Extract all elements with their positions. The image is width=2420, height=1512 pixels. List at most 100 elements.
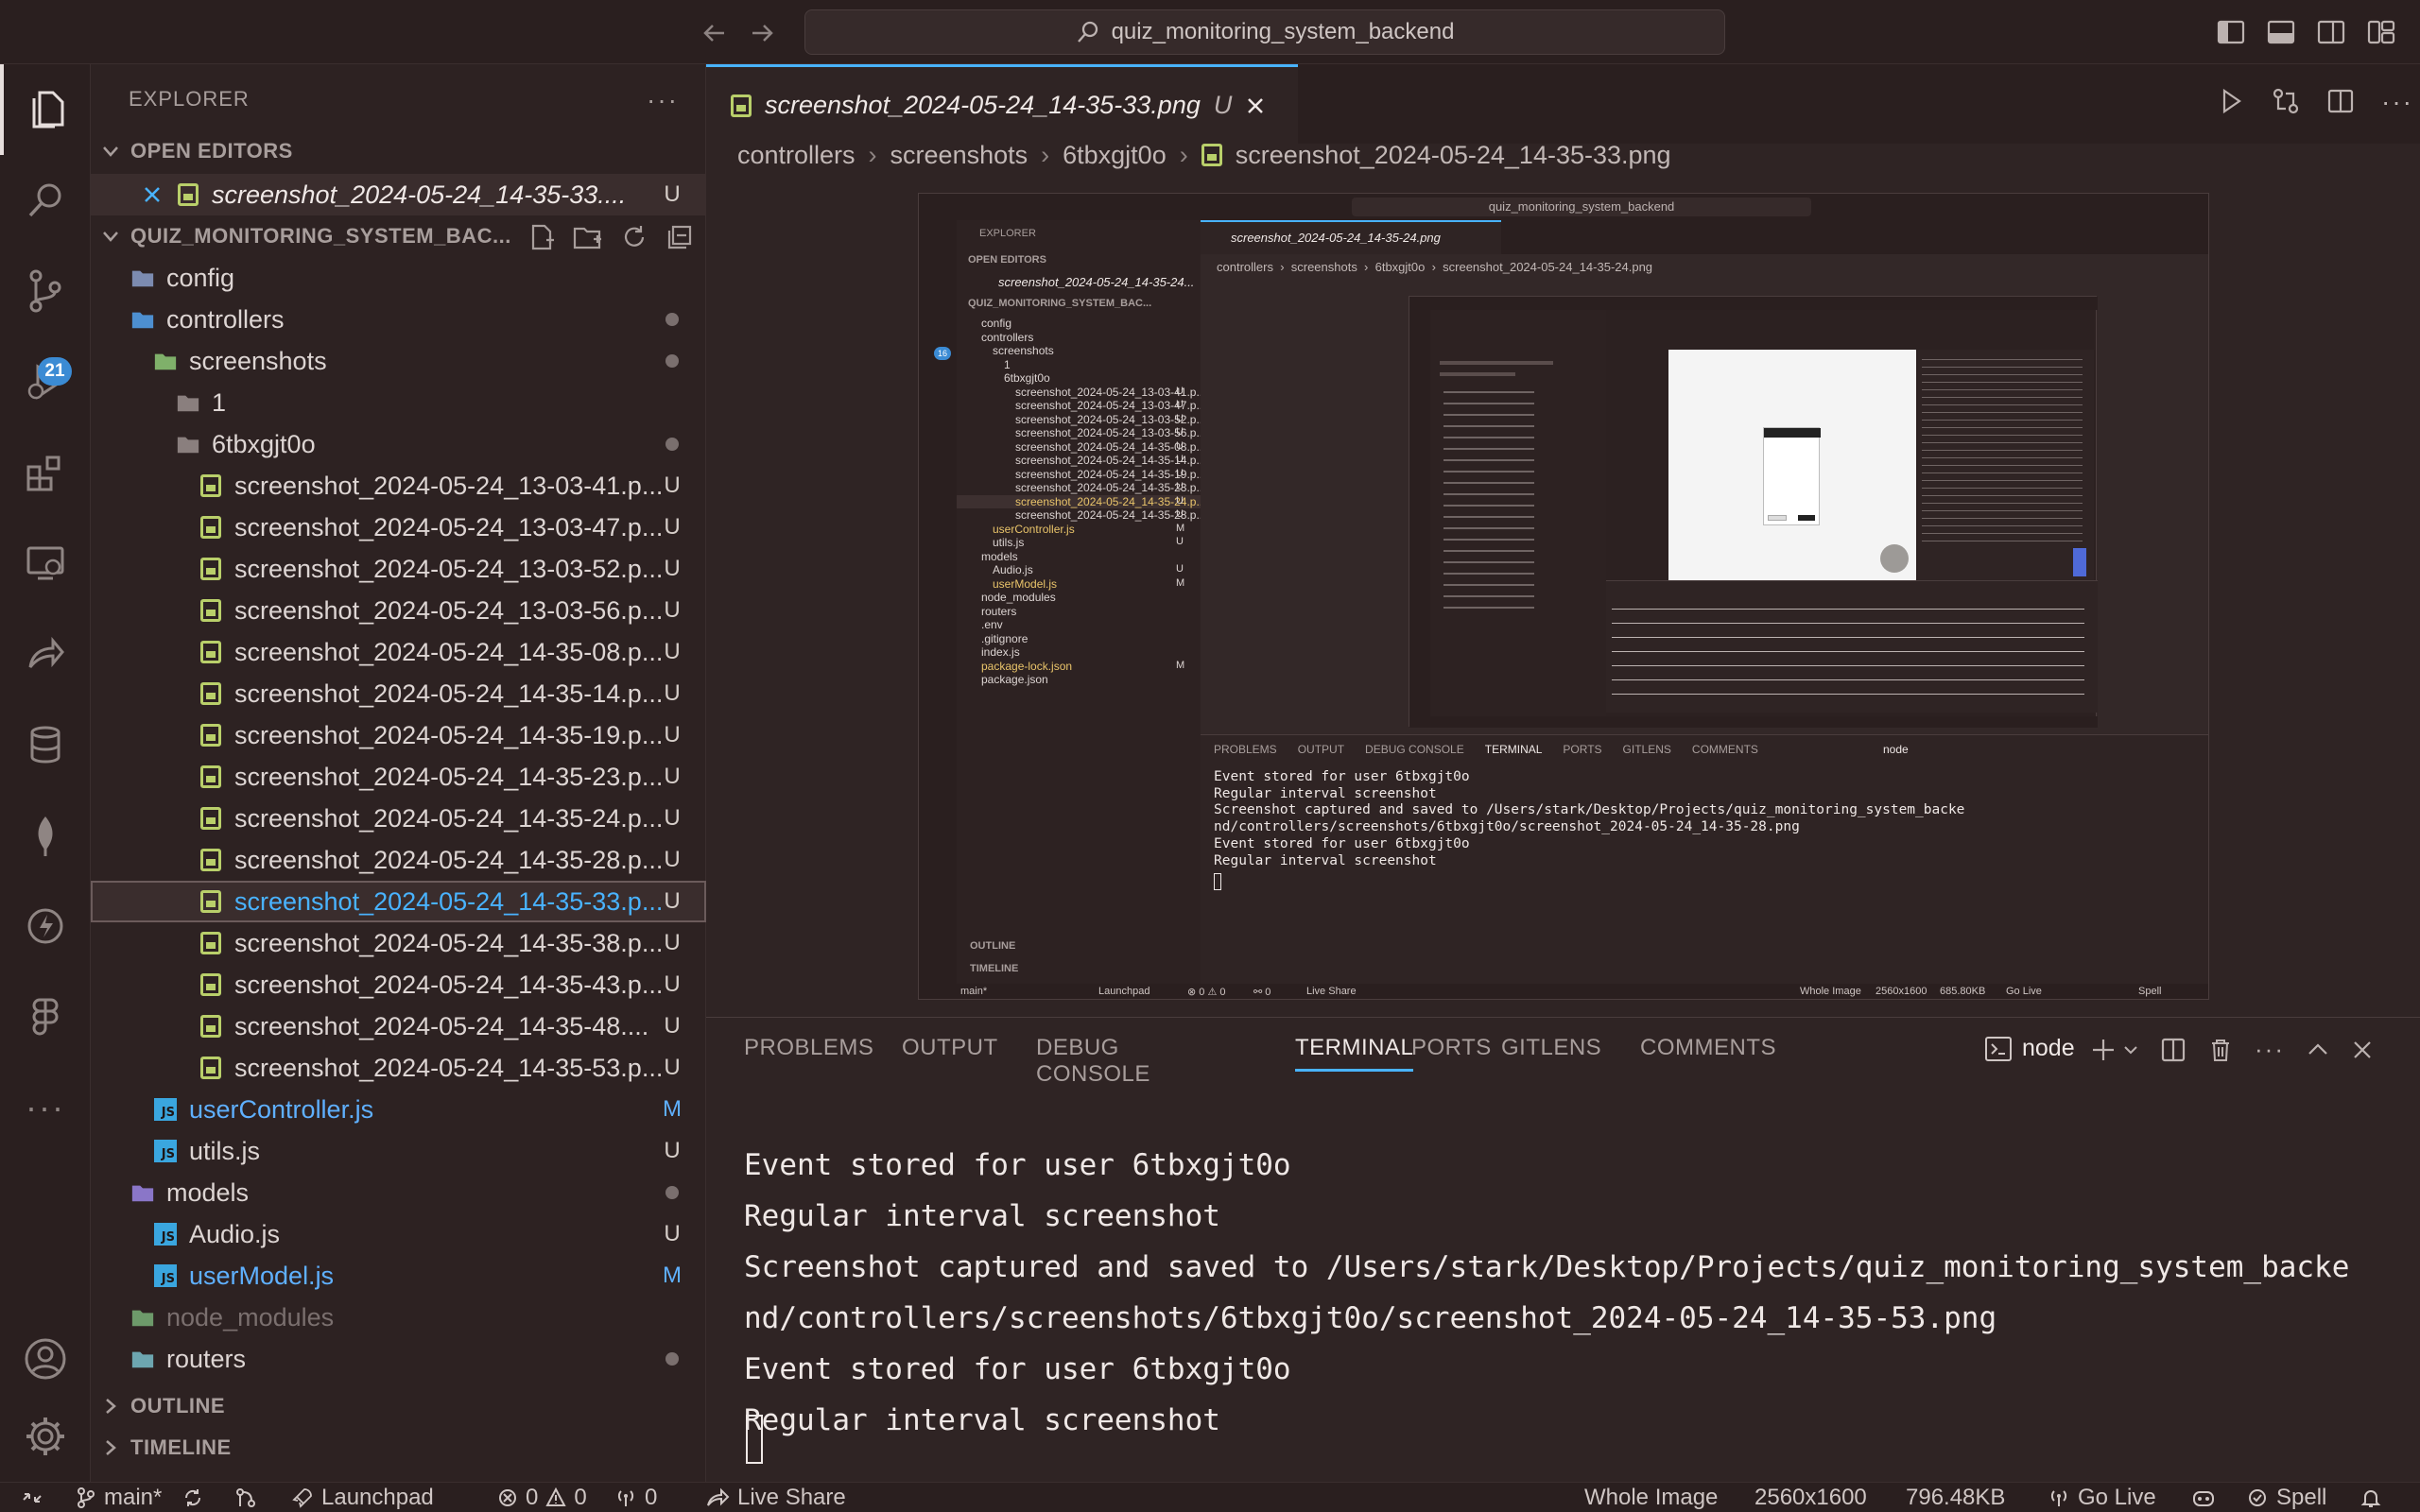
- nested-tree-item: userModel.js M: [957, 577, 1201, 592]
- nested-tree-label: routers: [981, 604, 1017, 618]
- new-folder-icon[interactable]: [573, 223, 603, 251]
- live-share-icon[interactable]: [0, 609, 91, 699]
- problems-indicator[interactable]: 0 0: [497, 1484, 587, 1512]
- figma-icon[interactable]: [0, 971, 91, 1062]
- collapse-all-icon[interactable]: [666, 223, 694, 251]
- tree-file[interactable]: JS userController.js M: [91, 1089, 706, 1130]
- tree-file[interactable]: screenshot_2024-05-24_14-35-23.p... U: [91, 756, 706, 798]
- nested-scm-badge: 16: [934, 347, 951, 360]
- nested-tree-item: .env: [957, 618, 1201, 632]
- database-icon[interactable]: [0, 699, 91, 790]
- tree-file[interactable]: screenshot_2024-05-24_14-35-38.p... U: [91, 922, 706, 964]
- extensions-icon[interactable]: [0, 427, 91, 518]
- tree-file[interactable]: screenshot_2024-05-24_14-35-33.p... U: [91, 881, 706, 922]
- tree-file[interactable]: JS utils.js U: [91, 1130, 706, 1172]
- git-graph-icon[interactable]: [234, 1484, 257, 1512]
- tree-folder[interactable]: 1: [91, 382, 706, 423]
- more-views-icon[interactable]: ···: [0, 1062, 91, 1153]
- tree-folder[interactable]: routers: [91, 1338, 706, 1380]
- command-center-search[interactable]: quiz_monitoring_system_backend: [804, 9, 1725, 55]
- thunder-client-icon[interactable]: [0, 881, 91, 971]
- close-icon[interactable]: [140, 182, 164, 207]
- nested-golive: Go Live: [2006, 986, 2042, 997]
- nested-panel-tabs: PROBLEMS OUTPUT DEBUG CONSOLE TERMINAL PORTS…: [1214, 743, 1758, 756]
- nested-tree-item: controllers: [957, 331, 1201, 345]
- outline-label: OUTLINE: [130, 1394, 226, 1418]
- tree-file[interactable]: JS Audio.js U: [91, 1213, 706, 1255]
- outline-header[interactable]: OUTLINE: [100, 1387, 225, 1425]
- back-arrow-icon[interactable]: [700, 19, 730, 47]
- remote-indicator-icon[interactable]: [21, 1484, 43, 1512]
- toggle-panel-icon[interactable]: [2267, 19, 2295, 45]
- nested-tree-item: screenshot_2024-05-24_14-35-23.p... U: [957, 481, 1201, 495]
- customize-layout-icon[interactable]: [2367, 19, 2395, 45]
- tree-folder[interactable]: models: [91, 1172, 706, 1213]
- tree-folder[interactable]: config: [91, 257, 706, 299]
- breadcrumb: controllers › screenshots › 6tbxgjt0o › …: [737, 134, 1671, 176]
- copilot-icon[interactable]: [2191, 1484, 2216, 1512]
- breadcrumb-item[interactable]: controllers: [737, 141, 856, 170]
- modified-dot: [666, 1186, 679, 1199]
- timeline-header[interactable]: TIMELINE: [100, 1429, 232, 1467]
- tree-file[interactable]: screenshot_2024-05-24_13-03-56.p... U: [91, 590, 706, 631]
- tree-file[interactable]: screenshot_2024-05-24_14-35-43.p... U: [91, 964, 706, 1005]
- tree-file[interactable]: screenshot_2024-05-24_14-35-24.p... U: [91, 798, 706, 839]
- image-preview: quiz_monitoring_system_backend 16 EXPLOR…: [918, 193, 2209, 1000]
- spell-check-button[interactable]: Spell: [2246, 1484, 2326, 1512]
- tree-file[interactable]: screenshot_2024-05-24_14-35-48.... U: [91, 1005, 706, 1047]
- toggle-primary-sidebar-icon[interactable]: [2217, 19, 2245, 45]
- tree-file[interactable]: screenshot_2024-05-24_14-35-19.p... U: [91, 714, 706, 756]
- tree-file[interactable]: screenshot_2024-05-24_14-35-28.p... U: [91, 839, 706, 881]
- tree-file[interactable]: screenshot_2024-05-24_14-35-53.p... U: [91, 1047, 706, 1089]
- whole-image-button[interactable]: Whole Image: [1584, 1484, 1718, 1512]
- ports-indicator[interactable]: 0: [614, 1484, 657, 1512]
- live-share-button[interactable]: Live Share: [705, 1484, 846, 1512]
- sync-icon[interactable]: [182, 1484, 204, 1512]
- open-editor-item[interactable]: screenshot_2024-05-24_14-35-33.... U: [91, 174, 706, 215]
- refresh-icon[interactable]: [620, 223, 648, 251]
- source-control-icon[interactable]: [0, 246, 91, 336]
- explorer-icon[interactable]: [0, 64, 91, 155]
- terminal-line: Screenshot captured and saved to /Users/…: [744, 1250, 2350, 1284]
- toggle-secondary-sidebar-icon[interactable]: [2317, 19, 2345, 45]
- tree-file[interactable]: screenshot_2024-05-24_13-03-41.p... U: [91, 465, 706, 507]
- forward-arrow-icon[interactable]: [747, 19, 777, 47]
- run-icon[interactable]: [2217, 87, 2245, 117]
- tree-file[interactable]: screenshot_2024-05-24_13-03-52.p... U: [91, 548, 706, 590]
- open-editors-header[interactable]: OPEN EDITORS: [100, 132, 293, 170]
- more-actions-icon[interactable]: ···: [2381, 87, 2413, 117]
- editor-tab[interactable]: screenshot_2024-05-24_14-35-33.png U: [706, 64, 1298, 144]
- terminal-output[interactable]: Event stored for user 6tbxgjt0o Regular i…: [706, 1018, 2420, 1483]
- new-file-icon[interactable]: [527, 223, 556, 251]
- launchpad-item[interactable]: Launchpad: [291, 1484, 434, 1512]
- search-view-icon[interactable]: [0, 155, 91, 246]
- tree-file[interactable]: screenshot_2024-05-24_14-35-08.p... U: [91, 631, 706, 673]
- notifications-bell-icon[interactable]: [2360, 1484, 2382, 1512]
- tree-file[interactable]: JS userModel.js M: [91, 1255, 706, 1297]
- tree-folder[interactable]: controllers: [91, 299, 706, 340]
- nested-tree-label: screenshot_2024-05-24_13-03-41.p...: [1015, 385, 1201, 399]
- breadcrumb-item[interactable]: screenshots: [890, 141, 1028, 170]
- more-actions-icon[interactable]: ···: [647, 85, 679, 115]
- chevron-down-icon: [100, 141, 121, 162]
- branch-indicator[interactable]: main*: [76, 1484, 162, 1512]
- nested-whole-image: Whole Image: [1800, 986, 1861, 997]
- settings-gear-icon[interactable]: [0, 1391, 91, 1482]
- tree-file[interactable]: screenshot_2024-05-24_14-35-14.p... U: [91, 673, 706, 714]
- nested-tab: screenshot_2024-05-24_14-35-24.png: [1201, 220, 1501, 254]
- go-live-button[interactable]: Go Live: [2048, 1484, 2156, 1512]
- split-editor-icon[interactable]: [2326, 87, 2355, 117]
- breadcrumb-item[interactable]: screenshot_2024-05-24_14-35-33.png: [1236, 141, 1671, 170]
- remote-explorer-icon[interactable]: [0, 518, 91, 609]
- image-file-icon: [199, 515, 223, 540]
- tree-file[interactable]: screenshot_2024-05-24_13-03-47.p... U: [91, 507, 706, 548]
- breadcrumb-item[interactable]: 6tbxgjt0o: [1063, 141, 1167, 170]
- tree-folder[interactable]: node_modules: [91, 1297, 706, 1338]
- compare-changes-icon[interactable]: [2272, 87, 2300, 117]
- tree-item-label: 6tbxgjt0o: [212, 429, 316, 458]
- mongodb-leaf-icon[interactable]: [0, 790, 91, 881]
- close-tab-icon[interactable]: [1245, 95, 1266, 116]
- tree-folder[interactable]: 6tbxgjt0o: [91, 423, 706, 465]
- tree-folder[interactable]: screenshots: [91, 340, 706, 382]
- error-icon: [497, 1487, 518, 1508]
